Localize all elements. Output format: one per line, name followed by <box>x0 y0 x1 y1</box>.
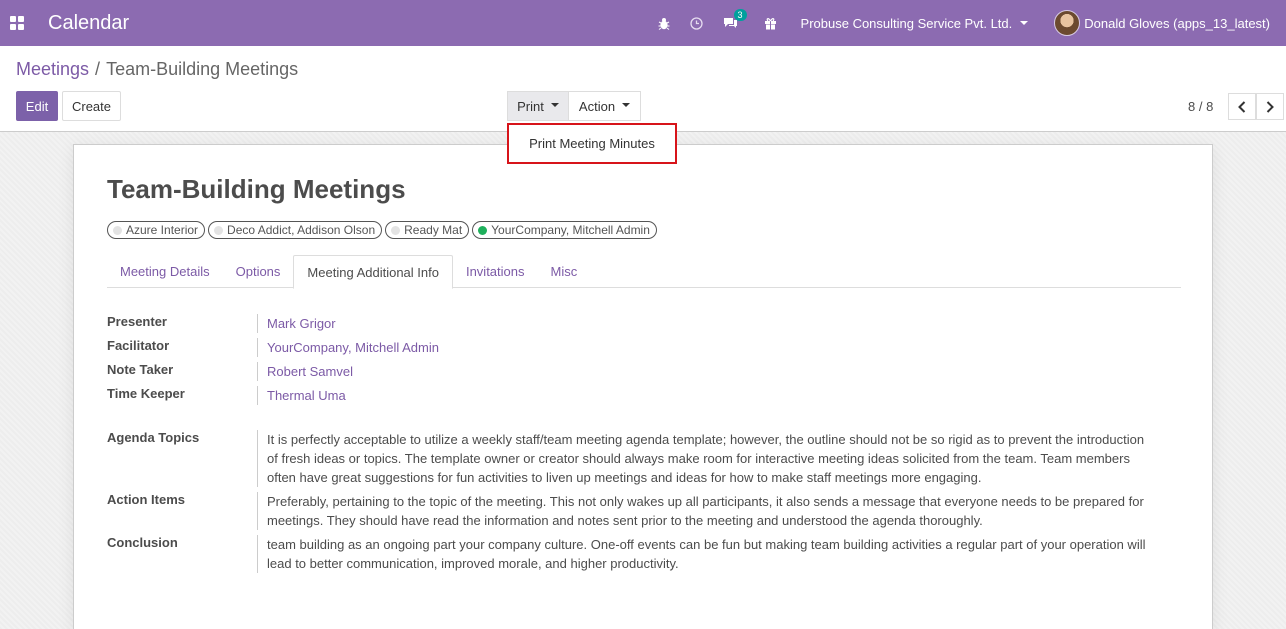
chat-icon[interactable]: 3 <box>723 9 747 29</box>
tab-options[interactable]: Options <box>223 255 294 288</box>
bug-icon[interactable] <box>658 17 670 30</box>
avatar <box>1054 10 1081 36</box>
presenter-value[interactable]: Mark Grigor <box>257 314 777 333</box>
field-label: Note Taker <box>107 362 174 377</box>
record-title: Team-Building Meetings <box>107 174 406 204</box>
presenter-row: Presenter Mark Grigor <box>107 314 777 333</box>
action-button[interactable]: Action <box>569 91 641 121</box>
agenda-topics-value: It is perfectly acceptable to utilize a … <box>257 430 1152 487</box>
tab-invitations[interactable]: Invitations <box>453 255 538 288</box>
chevron-right-icon <box>1266 100 1274 113</box>
breadcrumb-current: Team-Building Meetings <box>106 59 299 79</box>
user-menu[interactable]: Donald Gloves (apps_13_latest) <box>1054 10 1270 36</box>
attendee-tag-label: Ready Mat <box>404 223 463 237</box>
breadcrumb-separator: / <box>95 59 101 79</box>
attendee-tags: Azure Interior Deco Addict, Addison Olso… <box>107 221 660 239</box>
pager-next-button[interactable] <box>1256 93 1284 120</box>
attendee-tag[interactable]: Azure Interior <box>107 221 206 239</box>
status-dot-icon <box>113 225 122 235</box>
action-items-row: Action Items Preferably, pertaining to t… <box>107 492 1152 530</box>
status-dot-icon <box>391 225 401 235</box>
clock-icon[interactable] <box>689 16 703 30</box>
attendee-tag-label: Deco Addict, Addison Olson <box>227 223 376 237</box>
attendee-tag-label: YourCompany, Mitchell Admin <box>491 223 650 237</box>
company-switcher[interactable]: Probuse Consulting Service Pvt. Ltd. <box>801 16 1029 31</box>
apps-menu-icon[interactable] <box>10 15 26 31</box>
field-label: Conclusion <box>107 535 178 550</box>
user-name: Donald Gloves (apps_13_latest) <box>1084 15 1270 31</box>
app-title[interactable]: Calendar <box>48 12 129 35</box>
field-label: Agenda Topics <box>107 430 200 445</box>
attendee-tag[interactable]: Deco Addict, Addison Olson <box>208 221 383 239</box>
print-dropdown-menu: Print Meeting Minutes <box>507 123 677 164</box>
breadcrumb-meetings-link[interactable]: Meetings <box>16 59 89 80</box>
navbar-right: 3 Probuse Consulting Service Pvt. Ltd. D… <box>648 0 1286 46</box>
facilitator-row: Facilitator YourCompany, Mitchell Admin <box>107 338 777 357</box>
action-button-label: Action <box>578 98 616 114</box>
action-items-value: Preferably, pertaining to the topic of t… <box>257 492 1152 530</box>
chevron-left-icon <box>1238 100 1246 113</box>
attendee-tag[interactable]: YourCompany, Mitchell Admin <box>472 221 657 239</box>
company-name: Probuse Consulting Service Pvt. Ltd. <box>800 15 1013 31</box>
top-navbar: Calendar 3 Probuse Consulting Service Pv… <box>0 0 1286 46</box>
conclusion-value: team building as an ongoing part your co… <box>257 535 1152 573</box>
attendee-tag-label: Azure Interior <box>126 223 199 237</box>
time-keeper-value[interactable]: Thermal Uma <box>257 386 777 405</box>
note-taker-value[interactable]: Robert Samvel <box>257 362 777 381</box>
time-keeper-row: Time Keeper Thermal Uma <box>107 386 777 405</box>
tab-meeting-details[interactable]: Meeting Details <box>107 255 223 288</box>
agenda-topics-row: Agenda Topics It is perfectly acceptable… <box>107 430 1152 487</box>
chevron-down-icon <box>622 102 631 107</box>
tab-misc[interactable]: Misc <box>538 255 591 288</box>
field-label: Presenter <box>107 314 167 329</box>
status-dot-icon <box>478 225 488 235</box>
print-button-label: Print <box>517 98 544 114</box>
attendee-tag[interactable]: Ready Mat <box>385 221 470 239</box>
field-label: Action Items <box>107 492 186 507</box>
print-meeting-minutes-item[interactable]: Print Meeting Minutes <box>529 136 655 151</box>
create-button[interactable]: Create <box>62 91 121 121</box>
form-tabs: Meeting Details Options Meeting Addition… <box>107 255 1181 289</box>
print-button[interactable]: Print <box>507 91 569 121</box>
note-taker-row: Note Taker Robert Samvel <box>107 362 777 381</box>
tab-meeting-additional-info[interactable]: Meeting Additional Info <box>293 255 453 289</box>
gift-icon[interactable] <box>764 17 777 30</box>
pager-previous-button[interactable] <box>1228 93 1256 120</box>
chevron-down-icon <box>1020 21 1029 25</box>
status-dot-icon <box>214 225 224 235</box>
pager-value[interactable]: 8 / 8 <box>1188 99 1213 114</box>
facilitator-value[interactable]: YourCompany, Mitchell Admin <box>257 338 777 357</box>
message-count-badge: 3 <box>733 9 747 21</box>
conclusion-row: Conclusion team building as an ongoing p… <box>107 535 1152 573</box>
field-label: Time Keeper <box>107 386 185 401</box>
field-label: Facilitator <box>107 338 170 353</box>
form-sheet: Team-Building Meetings Azure Interior De… <box>73 144 1213 629</box>
edit-button[interactable]: Edit <box>16 91 58 121</box>
breadcrumb: Meetings / Team-Building Meetings <box>16 59 298 80</box>
chevron-down-icon <box>550 102 559 107</box>
